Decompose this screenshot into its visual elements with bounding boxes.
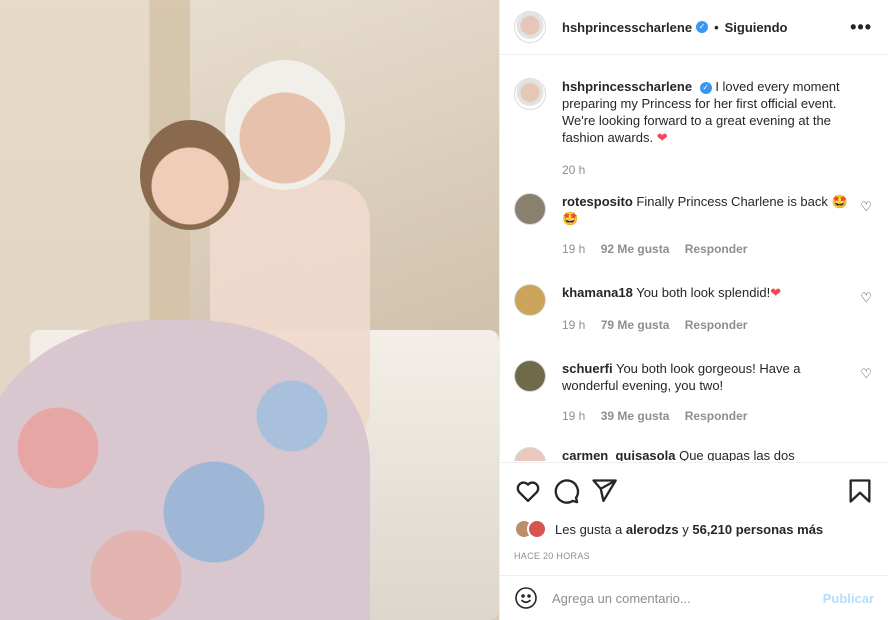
comment-text: Que guapas las dos — [679, 448, 795, 461]
comment-avatar[interactable] — [514, 360, 546, 392]
comment-username[interactable]: schuerfi — [562, 361, 613, 376]
post-panel: hshprincesscharlene ✓ • Siguiendo ••• hs… — [499, 0, 888, 620]
comment-icon[interactable] — [552, 477, 580, 505]
comment-time[interactable]: 19 h — [562, 242, 585, 256]
comment-input[interactable] — [552, 590, 823, 606]
bookmark-icon[interactable] — [846, 477, 874, 505]
comment-likes[interactable]: 39 Me gusta — [601, 409, 670, 423]
comment-text: You both look splendid! — [636, 285, 771, 300]
comment-username[interactable]: rotesposito — [562, 194, 633, 209]
comment-time[interactable]: 19 h — [562, 318, 585, 332]
comment-time[interactable]: 19 h — [562, 409, 585, 423]
author-username[interactable]: hshprincesscharlene — [562, 20, 692, 35]
like-heart-icon[interactable] — [514, 477, 542, 505]
post-photo — [0, 0, 499, 620]
author-avatar[interactable] — [514, 11, 546, 43]
post-caption: hshprincesscharlene ✓ I loved every mome… — [514, 56, 872, 179]
comment-item: rotesposito Finally Princess Charlene is… — [514, 193, 872, 258]
comment-username[interactable]: khamana18 — [562, 285, 633, 300]
comment-meta: 19 h 39 Me gusta Responder — [562, 408, 852, 425]
photo-child — [140, 120, 240, 230]
comment-likes[interactable]: 92 Me gusta — [601, 242, 670, 256]
verified-icon: ✓ — [696, 21, 709, 33]
comment-avatar[interactable] — [514, 447, 546, 461]
comment-like-heart-icon[interactable]: ♡ — [860, 199, 872, 215]
post-actions: Les gusta a alerodzs y 56,210 personas m… — [500, 462, 888, 561]
post-header: hshprincesscharlene ✓ • Siguiendo ••• — [500, 0, 888, 55]
comment-meta: 19 h 92 Me gusta Responder — [562, 241, 852, 258]
comment-likes[interactable]: 79 Me gusta — [601, 318, 670, 332]
comment-avatar[interactable] — [514, 193, 546, 225]
reply-button[interactable]: Responder — [685, 242, 748, 256]
likes-connector: y — [682, 521, 689, 537]
photo-woman — [225, 60, 345, 190]
comments-list[interactable]: hshprincesscharlene ✓ I loved every mome… — [500, 56, 888, 461]
verified-icon: ✓ — [699, 81, 712, 94]
caption-avatar[interactable] — [514, 78, 546, 110]
likes-count[interactable]: 56,210 personas más — [692, 522, 823, 537]
post-time-ago[interactable]: HACE 20 HORAS — [514, 551, 874, 561]
liker-username[interactable]: alerodzs — [626, 522, 679, 537]
comment-item: carmen_quisasola Que guapas las dos — [514, 447, 872, 461]
caption-username[interactable]: hshprincesscharlene — [562, 79, 692, 94]
likes-prefix: Les gusta a — [555, 521, 623, 537]
emoji-icon[interactable] — [514, 586, 538, 610]
liker-avatar[interactable] — [527, 519, 547, 539]
likes-summary: Les gusta a alerodzs y 56,210 personas m… — [514, 519, 874, 539]
comment-like-heart-icon[interactable]: ♡ — [860, 290, 872, 306]
comment-item: schuerfi You both look gorgeous! Have a … — [514, 360, 872, 425]
caption-time[interactable]: 20 h — [562, 162, 852, 179]
comment-like-heart-icon[interactable]: ♡ — [860, 366, 872, 382]
reply-button[interactable]: Responder — [685, 318, 748, 332]
more-options-icon[interactable]: ••• — [850, 17, 872, 38]
heart-emoji-icon: ❤ — [770, 285, 782, 300]
heart-emoji-icon: ❤ — [656, 130, 668, 145]
reply-button[interactable]: Responder — [685, 409, 748, 423]
comment-meta: 19 h 79 Me gusta Responder — [562, 317, 852, 334]
separator-dot: • — [714, 19, 719, 35]
comment-item: khamana18 You both look splendid!❤ 19 h … — [514, 284, 872, 334]
photo-dress — [0, 320, 370, 620]
comment-avatar[interactable] — [514, 284, 546, 316]
comment-username[interactable]: carmen_quisasola — [562, 448, 675, 461]
publish-button[interactable]: Publicar — [823, 591, 874, 606]
follow-status-button[interactable]: Siguiendo — [725, 20, 788, 35]
share-icon[interactable] — [590, 477, 618, 505]
add-comment-bar: Publicar — [500, 575, 888, 620]
